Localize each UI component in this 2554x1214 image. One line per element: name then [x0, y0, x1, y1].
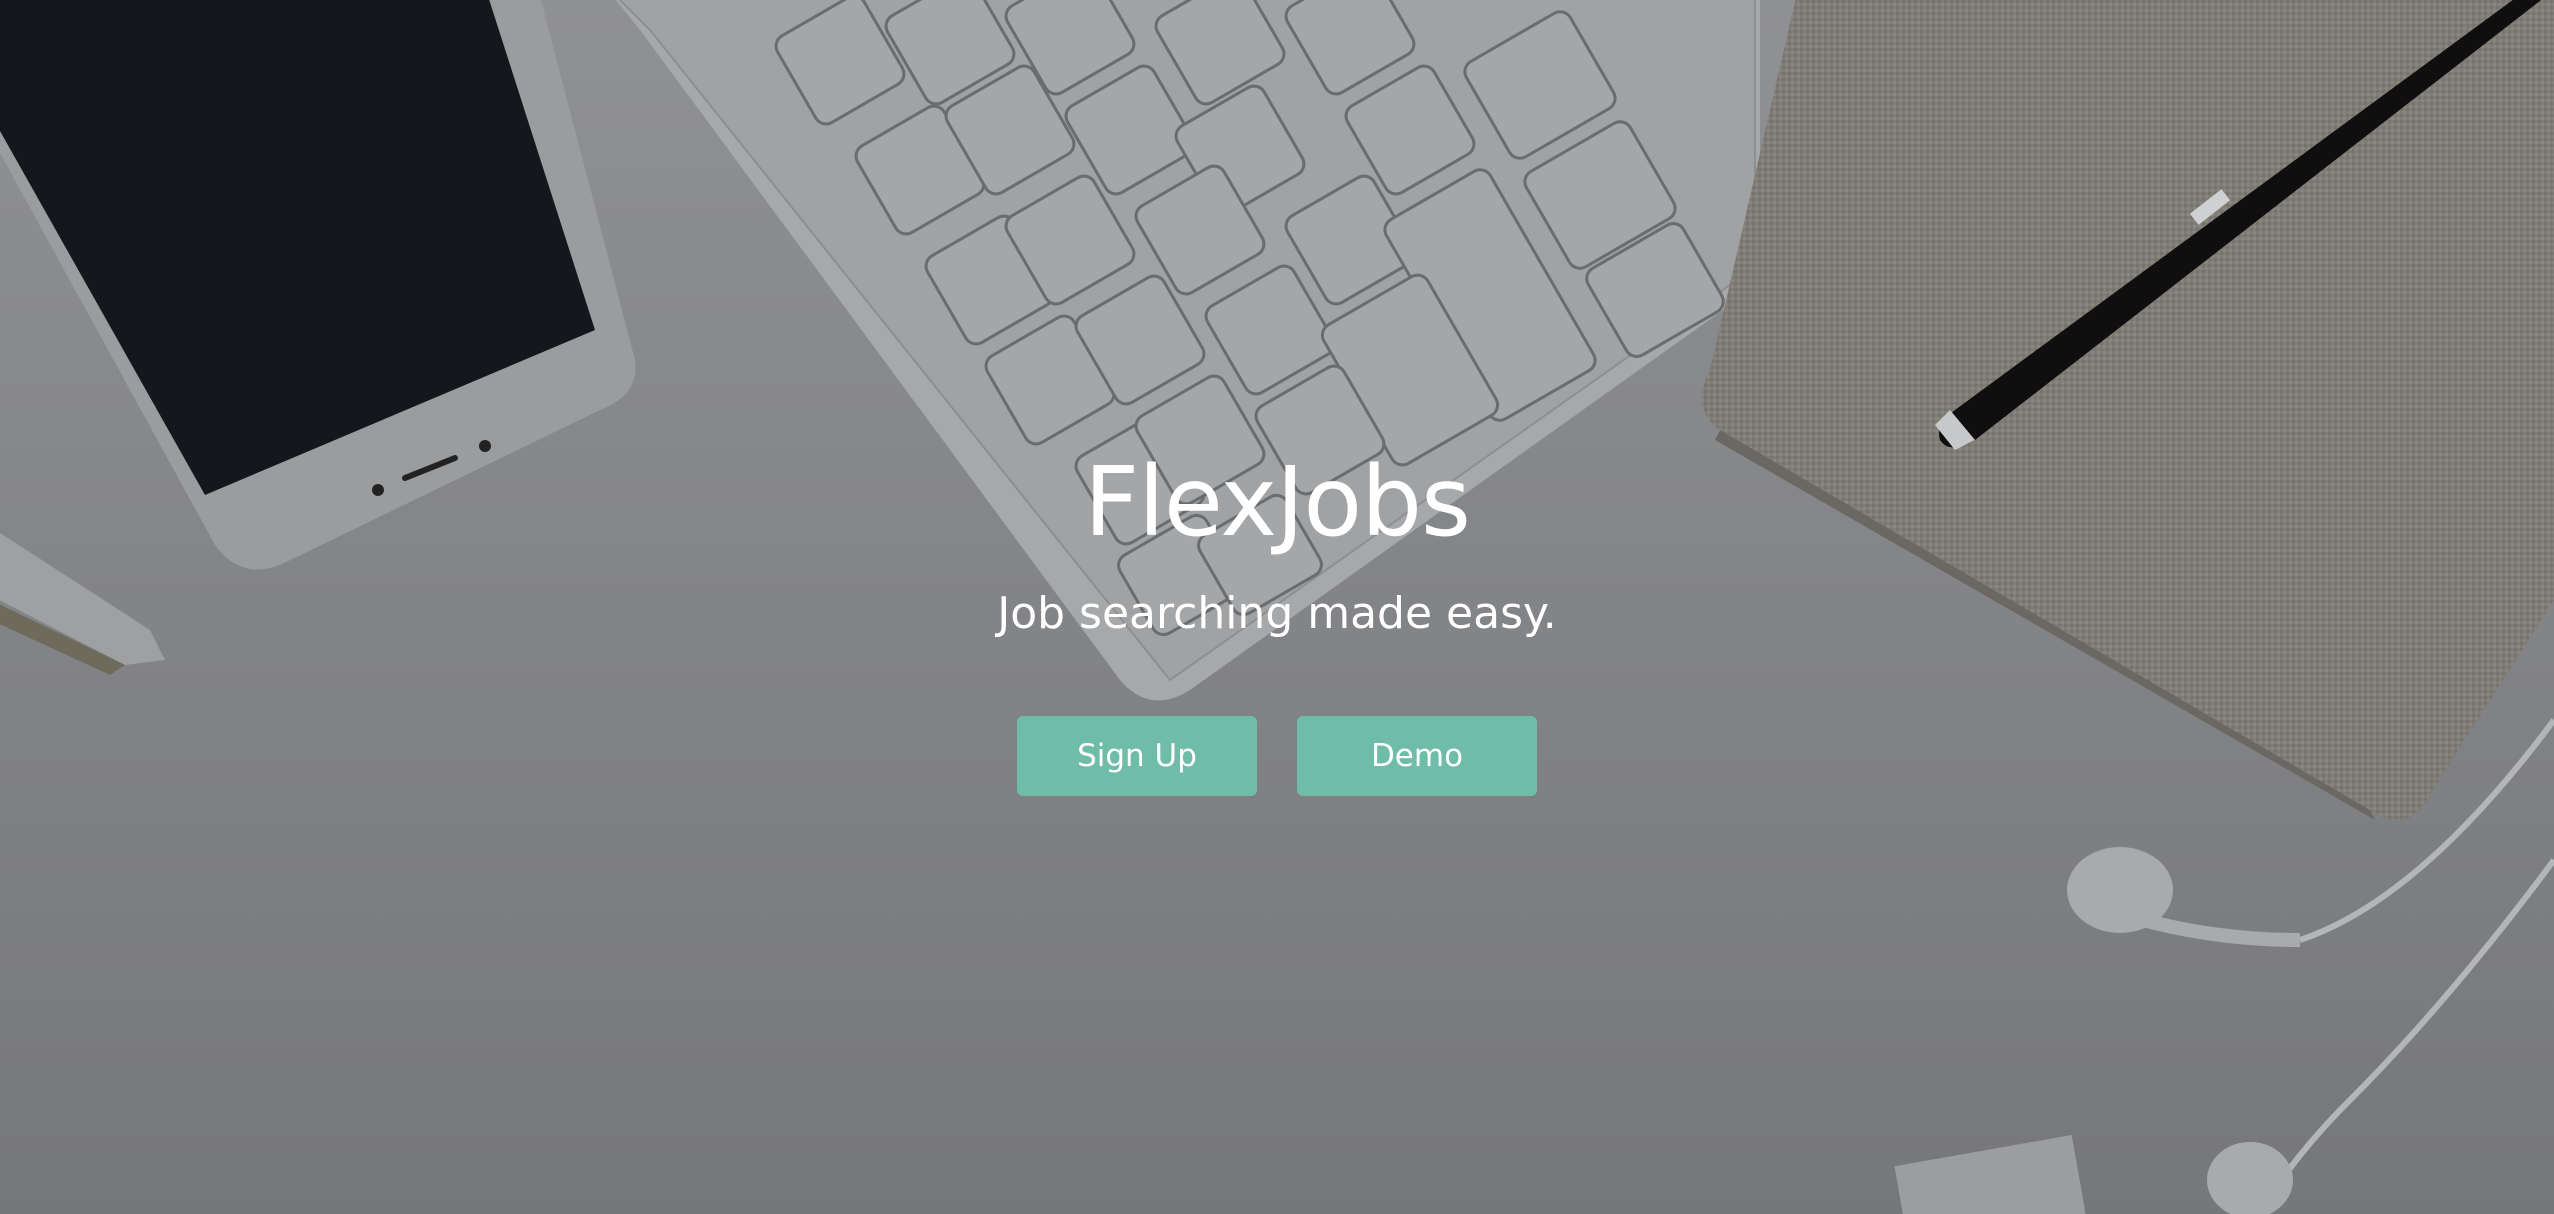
cta-button-group: Sign Up Demo [0, 716, 2554, 796]
tagline: Job searching made easy. [997, 588, 1557, 639]
sign-up-button[interactable]: Sign Up [1017, 716, 1257, 796]
hero-content: FlexJobs Job searching made easy. Sign U… [0, 452, 2554, 796]
demo-button[interactable]: Demo [1297, 716, 1537, 796]
page-title: FlexJobs [1083, 446, 1471, 558]
hero-section: FlexJobs Job searching made easy. Sign U… [0, 0, 2554, 1214]
